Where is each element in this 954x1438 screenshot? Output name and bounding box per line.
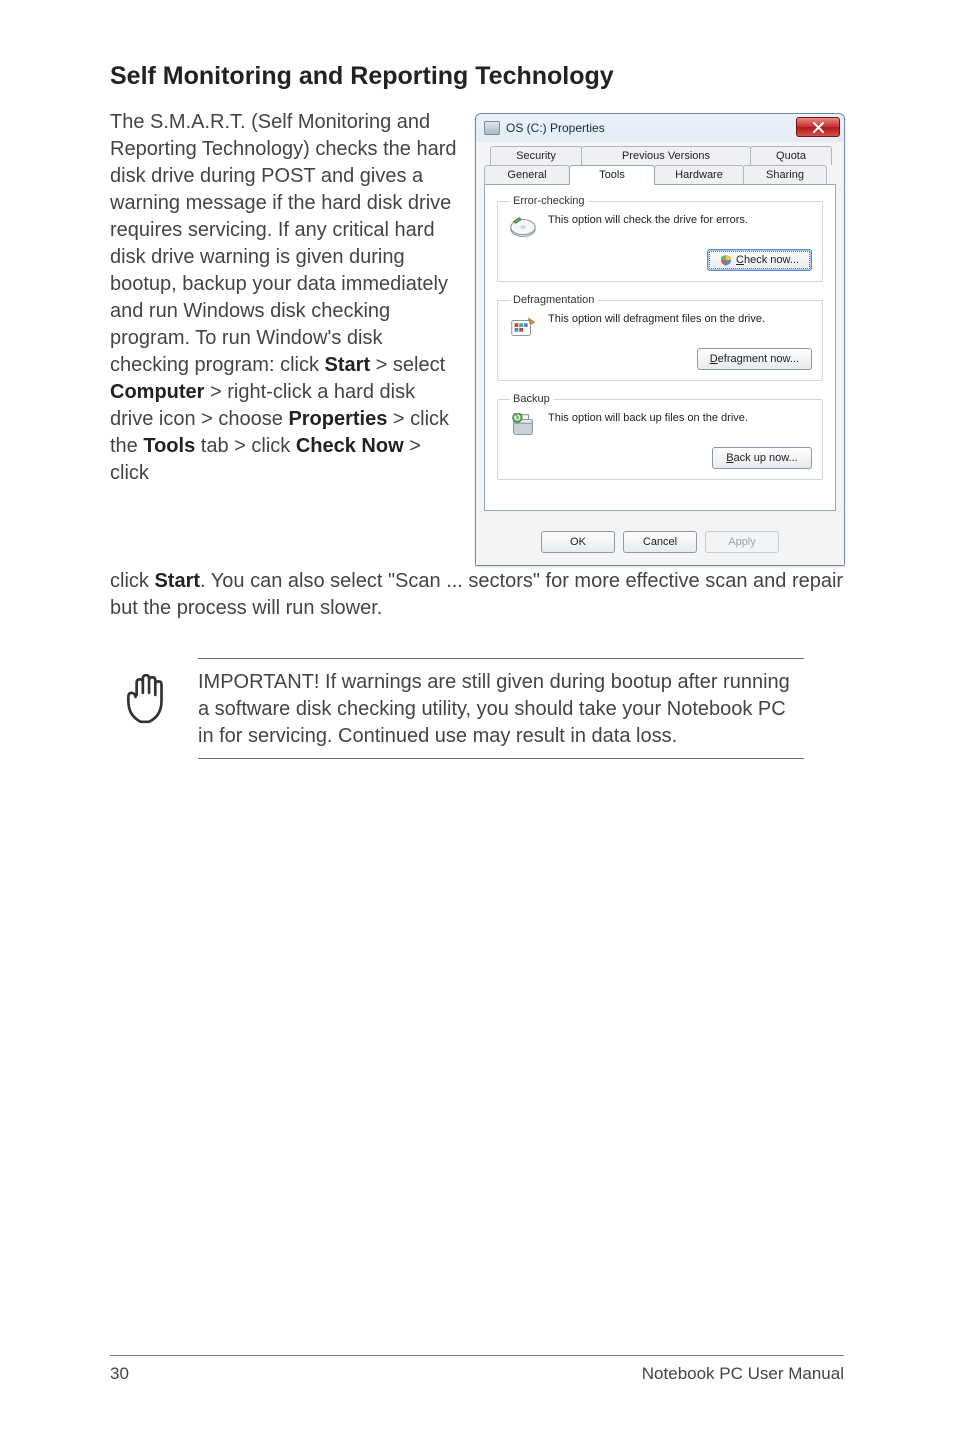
defrag-icon (508, 314, 538, 340)
kw-tools: Tools (143, 435, 195, 457)
group-error-checking: Error-checking This option will check th… (497, 195, 823, 282)
page-footer: 30 Notebook PC User Manual (110, 1355, 844, 1384)
para-seg1: > select (370, 354, 445, 376)
footer-manual-title: Notebook PC User Manual (642, 1364, 844, 1384)
body-paragraph-continued: click Start. You can also select "Scan .… (110, 568, 844, 622)
tab-security[interactable]: Security (490, 146, 582, 165)
dialog-button-bar: OK Cancel Apply (476, 521, 844, 565)
important-note: IMPORTANT! If warnings are still given d… (110, 658, 844, 759)
section-heading: Self Monitoring and Reporting Technology (110, 62, 844, 91)
para-seg-intro: The S.M.A.R.T. (Self Monitoring and Repo… (110, 111, 457, 376)
body-paragraph-left: The S.M.A.R.T. (Self Monitoring and Repo… (110, 109, 457, 566)
defrag-accel: D (710, 353, 718, 365)
tab-tools-active[interactable]: Tools (569, 165, 655, 185)
cancel-button[interactable]: Cancel (623, 531, 697, 553)
dialog-titlebar: OS (C:) Properties (476, 114, 844, 142)
check-now-rest: heck now... (744, 254, 799, 266)
group-defragmentation: Defragmentation This option will defragm… (497, 294, 823, 381)
backup-icon (508, 413, 538, 439)
tab-sharing[interactable]: Sharing (743, 165, 827, 184)
backup-now-button[interactable]: Back up now... (712, 447, 812, 469)
tab-previous-versions[interactable]: Previous Versions (581, 146, 751, 165)
kw-checknow: Check Now (296, 435, 404, 457)
para-seg4: tab > click (195, 435, 296, 457)
dialog-title: OS (C:) Properties (506, 121, 605, 135)
desc-error-checking: This option will check the drive for err… (548, 213, 748, 227)
defragment-now-button[interactable]: Defragment now... (697, 348, 812, 370)
page-number: 30 (110, 1364, 129, 1384)
check-now-button[interactable]: Check now... (707, 249, 812, 271)
defrag-rest: efragment now... (718, 353, 799, 365)
close-icon (813, 122, 824, 133)
tab-hardware[interactable]: Hardware (654, 165, 744, 184)
kw-properties: Properties (288, 408, 387, 430)
tab-general[interactable]: General (484, 165, 570, 184)
disk-check-icon (508, 215, 538, 241)
ok-button[interactable]: OK (541, 531, 615, 553)
backup-rest: ack up now... (734, 452, 798, 464)
shield-icon (720, 254, 732, 266)
tools-panel: Error-checking This option will check th… (484, 184, 836, 511)
note-text: IMPORTANT! If warnings are still given d… (198, 659, 804, 758)
para-tail: . You can also select "Scan ... sectors"… (110, 570, 843, 619)
legend-error-checking: Error-checking (510, 195, 588, 207)
properties-dialog: OS (C:) Properties Security Previous Ver… (475, 113, 845, 566)
legend-defragmentation: Defragmentation (510, 294, 597, 306)
desc-backup: This option will back up files on the dr… (548, 411, 748, 425)
apply-button[interactable]: Apply (705, 531, 779, 553)
kw-computer: Computer (110, 381, 204, 403)
drive-icon (484, 121, 500, 135)
kw-start-2: Start (154, 570, 200, 592)
tab-quota[interactable]: Quota (750, 146, 832, 165)
check-now-accel: C (736, 254, 744, 266)
hand-stop-icon (122, 670, 172, 728)
backup-accel: B (726, 452, 733, 464)
desc-defragmentation: This option will defragment files on the… (548, 312, 765, 326)
group-backup: Backup This option will back up files on… (497, 393, 823, 480)
legend-backup: Backup (510, 393, 553, 405)
close-button[interactable] (796, 117, 840, 137)
para-seg-click: click (110, 570, 154, 592)
kw-start: Start (325, 354, 371, 376)
